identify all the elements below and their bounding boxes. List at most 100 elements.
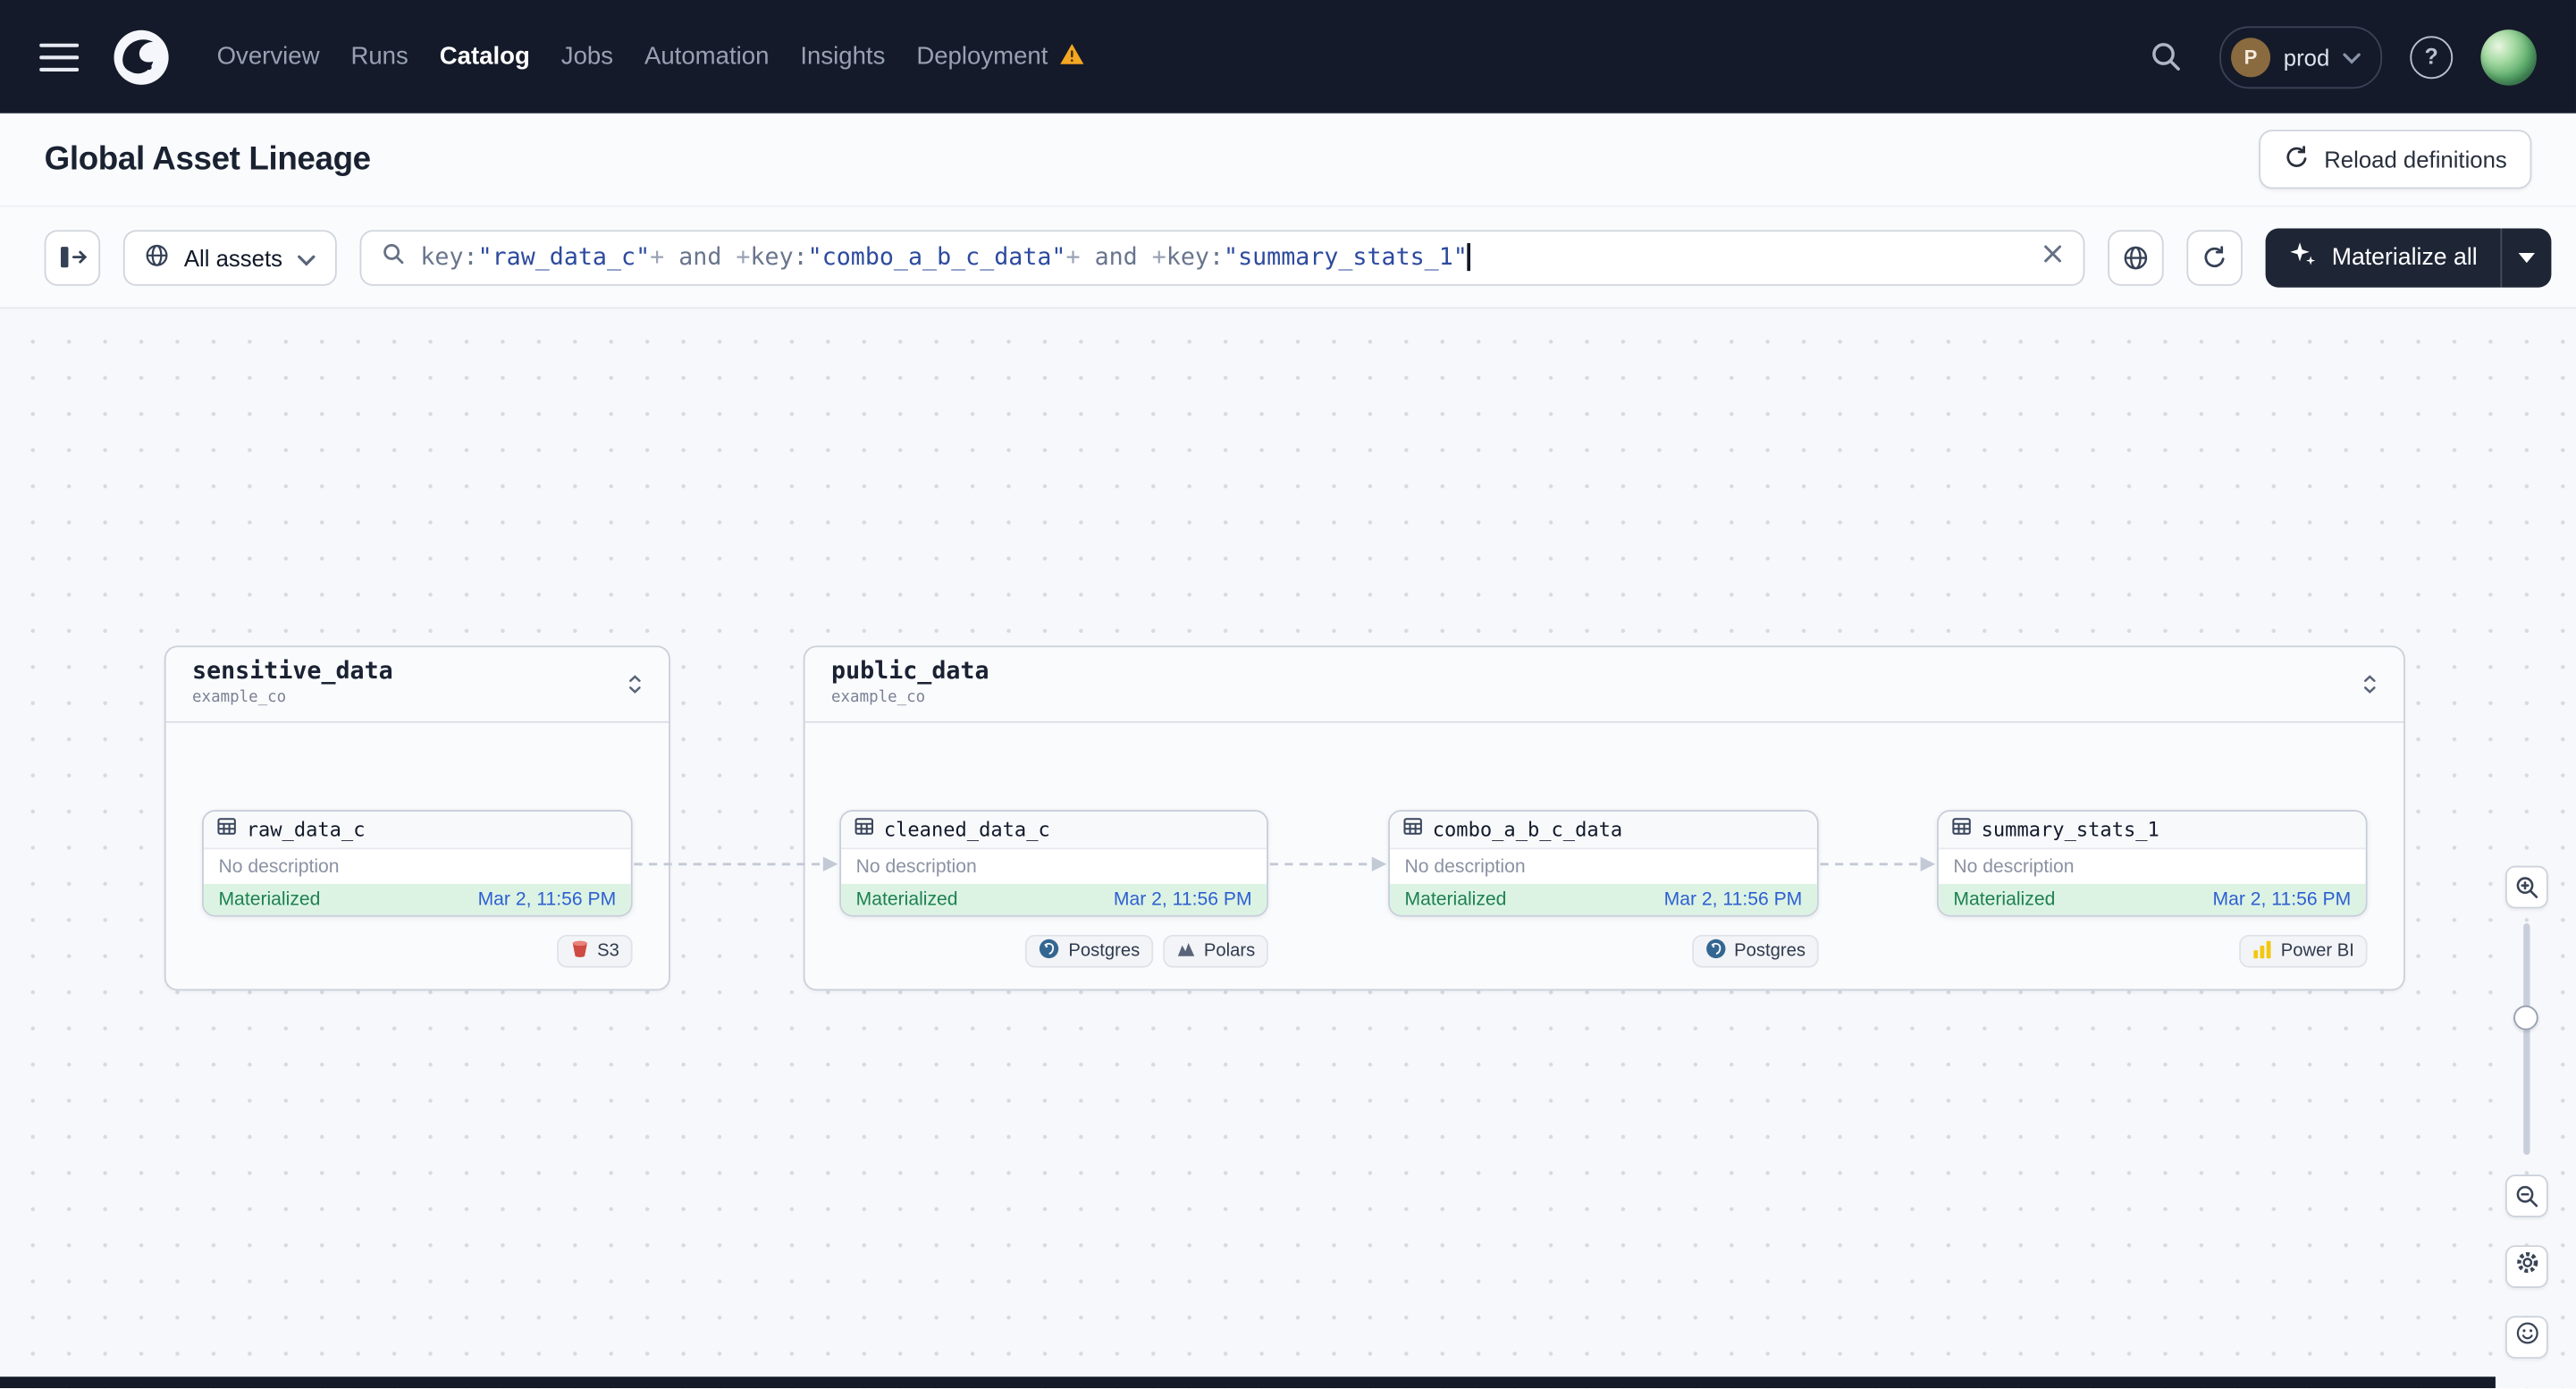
asset-node-header: raw_data_c: [203, 811, 631, 850]
group-org-label: example_co: [831, 688, 926, 707]
nav-links: Overview Runs Catalog Jobs Automation In…: [217, 32, 1084, 81]
asset-node-header: summary_stats_1: [1938, 811, 2366, 850]
lineage-toolbar: All assets key:"raw_data_c"+ and +key:"c…: [0, 206, 2576, 309]
asset-description: No description: [218, 856, 340, 877]
nav-item-label: Overview: [216, 42, 320, 72]
kind-tag-powerbi[interactable]: Power BI: [2239, 934, 2368, 968]
clear-input-icon[interactable]: [2042, 242, 2064, 272]
asset-description: No description: [1404, 856, 1526, 877]
kind-tag-label: Postgres: [1068, 941, 1141, 962]
gear-icon: [2514, 1250, 2539, 1284]
collapse-group-icon[interactable]: [2354, 669, 2384, 698]
kind-tag-postgres[interactable]: Postgres: [1025, 934, 1153, 968]
asset-status-row: Materialized Mar 2, 11:56 PM: [1389, 883, 1817, 915]
top-nav: Overview Runs Catalog Jobs Automation In…: [0, 0, 2576, 114]
s3-icon: [569, 938, 589, 964]
kind-tags-cleaned-data-c: Postgres Polars: [839, 934, 1268, 968]
nav-right: P prod ?: [2142, 25, 2537, 88]
deployment-switcher[interactable]: P prod: [2219, 25, 2383, 88]
reload-definitions-label: Reload definitions: [2324, 146, 2507, 173]
materialization-timestamp[interactable]: Mar 2, 11:56 PM: [478, 889, 617, 909]
postgres-icon: [1039, 938, 1060, 964]
zoom-slider-track[interactable]: [2523, 922, 2530, 1156]
page-header: Global Asset Lineage Reload definitions: [0, 113, 2576, 207]
hamburger-menu-icon[interactable]: [36, 34, 81, 80]
kind-tag-postgres[interactable]: Postgres: [1691, 934, 1819, 968]
nav-item-label: Deployment: [916, 42, 1048, 72]
table-icon: [217, 815, 237, 845]
powerbi-icon: [2253, 939, 2273, 964]
asset-node-combo-a-b-c-data[interactable]: combo_a_b_c_data No description Material…: [1388, 810, 1819, 917]
text-cursor: [1467, 243, 1470, 272]
materialization-timestamp[interactable]: Mar 2, 11:56 PM: [2212, 889, 2351, 909]
asset-name: cleaned_data_c: [883, 818, 1050, 842]
table-icon: [1403, 815, 1423, 845]
asset-selection-input[interactable]: key:"raw_data_c"+ and +key:"combo_a_b_c_…: [359, 229, 2086, 285]
warning-icon: [1059, 42, 1084, 72]
reload-definitions-button[interactable]: Reload definitions: [2258, 130, 2532, 189]
collapse-group-icon[interactable]: [619, 669, 649, 698]
group-org-label: example_co: [192, 688, 287, 707]
asset-node-raw-data-c[interactable]: raw_data_c No description Materialized M…: [202, 810, 633, 917]
sparkle-icon: [2289, 240, 2317, 274]
asset-status-row: Materialized Mar 2, 11:56 PM: [203, 883, 631, 915]
nav-item-label: Automation: [644, 42, 770, 72]
materialized-status: Materialized: [1953, 889, 2056, 910]
kind-tag-polars[interactable]: Polars: [1162, 934, 1268, 968]
user-avatar[interactable]: [2480, 29, 2537, 85]
graph-view-globe-button[interactable]: [2108, 229, 2165, 285]
nav-item-jobs[interactable]: Jobs: [561, 33, 613, 80]
nav-item-deployment[interactable]: Deployment: [916, 32, 1084, 81]
kind-tag-label: S3: [597, 941, 619, 962]
materialization-timestamp[interactable]: Mar 2, 11:56 PM: [1664, 889, 1803, 909]
materialize-all-button[interactable]: Materialize all: [2266, 228, 2500, 287]
help-icon[interactable]: ?: [2410, 35, 2454, 79]
open-left-panel-button[interactable]: [44, 229, 101, 285]
materialize-all-button-group: Materialize all: [2266, 227, 2552, 287]
asset-scope-label: All assets: [183, 243, 282, 271]
nav-item-insights[interactable]: Insights: [800, 33, 885, 80]
kind-tag-label: Polars: [1203, 941, 1256, 962]
search-icon: [381, 240, 406, 274]
asset-name: combo_a_b_c_data: [1432, 818, 1623, 842]
asset-name: summary_stats_1: [1981, 818, 2159, 842]
nav-item-catalog[interactable]: Catalog: [440, 33, 530, 80]
group-title: sensitive_data: [192, 659, 393, 686]
nav-item-label: Insights: [800, 42, 886, 72]
reload-icon: [2283, 144, 2309, 175]
deployment-label: prod: [2283, 43, 2330, 71]
chevron-down-icon: [297, 244, 316, 270]
nav-item-automation[interactable]: Automation: [644, 33, 769, 80]
horizontal-scrollbar[interactable]: [0, 1376, 2496, 1389]
graph-settings-button[interactable]: [2504, 1245, 2548, 1288]
materialization-timestamp[interactable]: Mar 2, 11:56 PM: [1114, 889, 1252, 909]
polars-icon: [1176, 939, 1196, 964]
materialized-status: Materialized: [218, 889, 321, 910]
kind-tags-summary-stats-1: Power BI: [1937, 934, 2368, 968]
page-title: Global Asset Lineage: [44, 140, 371, 177]
asset-status-row: Materialized Mar 2, 11:56 PM: [1938, 883, 2366, 915]
dagster-logo-icon[interactable]: [108, 24, 174, 90]
nav-item-label: Jobs: [560, 42, 614, 72]
asset-scope-dropdown[interactable]: All assets: [122, 229, 337, 285]
chevron-down-icon: [2343, 42, 2361, 72]
nav-item-runs[interactable]: Runs: [350, 33, 408, 80]
materialize-options-caret[interactable]: [2500, 227, 2551, 287]
help-glyph: ?: [2424, 44, 2438, 70]
kind-tag-s3[interactable]: S3: [556, 934, 633, 968]
asset-node-header: combo_a_b_c_data: [1389, 811, 1817, 850]
nav-item-overview[interactable]: Overview: [217, 33, 320, 80]
refresh-button[interactable]: [2187, 229, 2243, 285]
search-icon[interactable]: [2142, 32, 2192, 81]
globe-icon: [145, 242, 170, 272]
asset-name: raw_data_c: [246, 818, 366, 842]
asset-description: No description: [855, 856, 977, 877]
feedback-button[interactable]: [2504, 1316, 2548, 1360]
asset-node-summary-stats-1[interactable]: summary_stats_1 No description Materiali…: [1937, 810, 2368, 917]
asset-node-cleaned-data-c[interactable]: cleaned_data_c No description Materializ…: [839, 810, 1268, 917]
zoom-slider-handle[interactable]: [2513, 1005, 2538, 1031]
zoom-in-button[interactable]: [2504, 865, 2548, 909]
zoom-out-button[interactable]: [2504, 1174, 2548, 1217]
nav-item-label: Catalog: [439, 42, 530, 72]
lineage-canvas[interactable]: sensitive_data example_co public_data ex…: [0, 308, 2576, 1389]
